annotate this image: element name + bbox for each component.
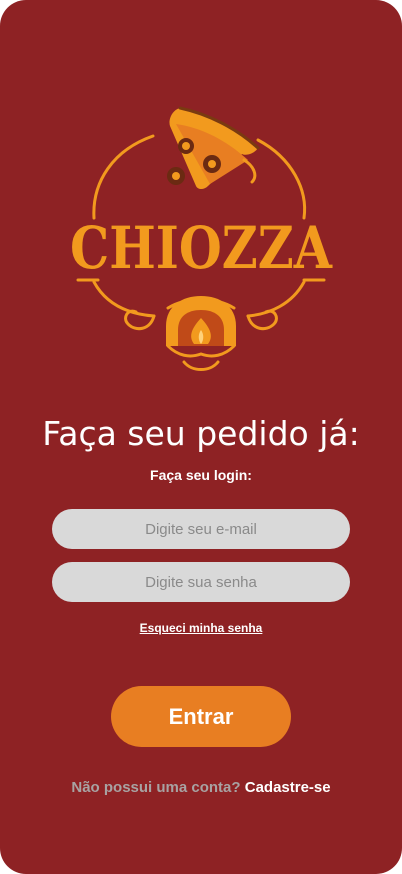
login-subtitle: Faça seu login: — [150, 467, 252, 483]
signup-link[interactable]: Cadastre-se — [245, 779, 331, 796]
forgot-password-container: Esqueci minha senha — [0, 620, 402, 636]
email-input[interactable] — [52, 509, 350, 549]
logo-wordmark: CHIOZZA — [70, 214, 333, 282]
chiozza-logo: CHIOZZA — [70, 106, 333, 371]
oven-flame-icon — [166, 296, 236, 346]
pizza-slice-icon — [167, 106, 260, 189]
forgot-password-link[interactable]: Esqueci minha senha — [140, 621, 263, 635]
login-button[interactable]: Entrar — [111, 686, 291, 747]
signup-row: Não possui uma conta? Cadastre-se — [0, 778, 402, 798]
signup-prompt: Não possui uma conta? — [71, 779, 241, 796]
page-title: Faça seu pedido já: — [42, 414, 360, 453]
password-input[interactable] — [52, 562, 350, 602]
login-screen: CHIOZZA Faça seu pedido já: Faça seu log… — [0, 0, 402, 874]
